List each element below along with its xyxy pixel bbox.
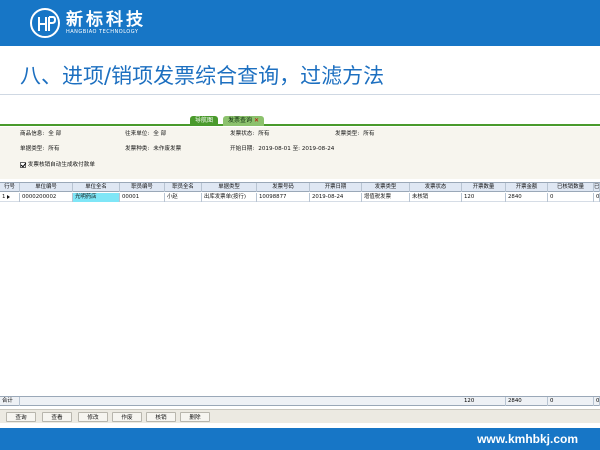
totals-written-off-qty: 0 bbox=[548, 397, 594, 406]
delete-button[interactable]: 删除 bbox=[180, 412, 210, 422]
totals-qty: 120 bbox=[462, 397, 506, 406]
filter-label: 发票种类: bbox=[125, 146, 150, 152]
cell-invoice-type[interactable]: 增值税发票 bbox=[362, 193, 410, 202]
filter-panel: 商品信息: 全 部 往来单位: 全 部 发票状态: 所有 发票类型: 所有 单据类型: 所… bbox=[0, 127, 600, 179]
filter-label: 单据类型: bbox=[20, 146, 45, 152]
filter-date-range[interactable]: 开始日期: 2019-08-01 至: 2019-08-24 bbox=[230, 145, 334, 154]
filter-invoice-status[interactable]: 发票状态: 所有 bbox=[230, 130, 269, 139]
slide-title: 八、进项/销项发票综合查询，过滤方法 bbox=[20, 64, 385, 88]
title-divider bbox=[0, 94, 600, 95]
brand-name-cn: 新标科技 bbox=[66, 9, 146, 30]
invoice-query-window: 导航图 发票查询 ✕ 商品信息: 全 部 往来单位: 全 部 发票状态: 所有 发票类型… bbox=[0, 112, 600, 427]
close-icon[interactable]: ✕ bbox=[254, 117, 259, 124]
filter-label: 往来单位: bbox=[125, 131, 150, 137]
footer-website: www.kmhbkj.com bbox=[477, 432, 578, 446]
col-invoice-date[interactable]: 开票日期 bbox=[310, 183, 362, 192]
filter-label: 商品信息: bbox=[20, 131, 45, 137]
tab-invoice-query[interactable]: 发票查询 ✕ bbox=[223, 116, 265, 126]
current-row-arrow-icon bbox=[7, 194, 11, 199]
cell-written-off-qty[interactable]: 0 bbox=[548, 193, 594, 202]
filter-label: 开始日期: bbox=[230, 146, 255, 152]
tab-invoice-query-label: 发票查询 bbox=[228, 117, 253, 124]
checkbox-checked-icon[interactable] bbox=[20, 161, 26, 168]
col-staff-name[interactable]: 职员全名 bbox=[165, 183, 202, 192]
cell-amount[interactable]: 2840 bbox=[506, 193, 548, 202]
col-qty[interactable]: 开票数量 bbox=[462, 183, 506, 192]
cell-staff-code[interactable]: 00001 bbox=[120, 193, 165, 202]
totals-label: 合计 bbox=[0, 397, 20, 406]
invoice-grid: 行号 单位编号 单位全名 职员编号 职员全名 单据类型 发票号码 开票日期 发票… bbox=[0, 182, 600, 397]
footer-band: www.kmhbkj.com bbox=[0, 428, 600, 450]
col-doc-type[interactable]: 单据类型 bbox=[202, 183, 257, 192]
filter-value: 所有 bbox=[363, 131, 375, 137]
col-staff-code[interactable]: 职员编号 bbox=[120, 183, 165, 192]
cell-doc-type[interactable]: 出库发票单(按行) bbox=[202, 193, 257, 202]
col-amount[interactable]: 开票金额 bbox=[506, 183, 548, 192]
totals-row: 合计 120 2840 0 0 bbox=[0, 397, 600, 406]
cell-invoice-no[interactable]: 10098877 bbox=[257, 193, 310, 202]
table-row[interactable]: 1 0000200002 光明药店 00001 小赵 出库发票单(按行) 100… bbox=[0, 193, 600, 202]
filter-invoice-type[interactable]: 发票类型: 所有 bbox=[335, 130, 374, 139]
company-logo: 新标科技 HANGBIAO TECHNOLOGY bbox=[30, 8, 146, 38]
filter-value: 所有 bbox=[48, 146, 60, 152]
filter-value: 所有 bbox=[258, 131, 270, 137]
filter-label: 发票类型: bbox=[335, 131, 360, 137]
date-to[interactable]: 2019-08-24 bbox=[302, 146, 335, 152]
totals-extra: 0 bbox=[596, 397, 600, 406]
filter-label: 发票状态: bbox=[230, 131, 255, 137]
col-row-no[interactable]: 行号 bbox=[0, 183, 20, 192]
filter-value: 全 部 bbox=[48, 131, 62, 137]
grid-header-row: 行号 单位编号 单位全名 职员编号 职员全名 单据类型 发票号码 开票日期 发票… bbox=[0, 183, 600, 192]
row-no-text: 1 bbox=[2, 194, 6, 200]
col-written-off-qty[interactable]: 已核销数量 bbox=[548, 183, 594, 192]
filter-value: 全 部 bbox=[153, 131, 167, 137]
logo-emblem-icon bbox=[30, 8, 60, 38]
tab-navigation-label: 导航图 bbox=[195, 117, 214, 124]
write-off-button[interactable]: 核销 bbox=[146, 412, 176, 422]
filter-product-info[interactable]: 商品信息: 全 部 bbox=[20, 130, 61, 139]
filter-partner[interactable]: 往来单位: 全 部 bbox=[125, 130, 166, 139]
header-band: 新标科技 HANGBIAO TECHNOLOGY bbox=[0, 0, 600, 46]
cell-extra[interactable]: 0 bbox=[594, 193, 600, 202]
action-toolbar: 查询 查看 修改 作废 核销 删除 bbox=[0, 409, 600, 423]
cell-invoice-date[interactable]: 2019-08-24 bbox=[310, 193, 362, 202]
view-button[interactable]: 查看 bbox=[42, 412, 72, 422]
filter-invoice-kind[interactable]: 发票种类: 未作废发票 bbox=[125, 145, 181, 154]
col-invoice-no[interactable]: 发票号码 bbox=[257, 183, 310, 192]
void-button[interactable]: 作废 bbox=[112, 412, 142, 422]
col-unit-name[interactable]: 单位全名 bbox=[73, 183, 120, 192]
brand-name-en: HANGBIAO TECHNOLOGY bbox=[66, 28, 139, 35]
tab-navigation[interactable]: 导航图 bbox=[190, 116, 219, 126]
col-invoice-status[interactable]: 发票状态 bbox=[410, 183, 462, 192]
cell-invoice-status[interactable]: 未核销 bbox=[410, 193, 462, 202]
tab-bar: 导航图 发票查询 ✕ bbox=[0, 116, 600, 126]
cell-row-no: 1 bbox=[0, 193, 20, 202]
date-from[interactable]: 2019-08-01 bbox=[258, 146, 291, 152]
totals-amount: 2840 bbox=[506, 397, 548, 406]
auto-receipt-label: 发票核销自动生成收付款单 bbox=[27, 162, 95, 168]
cell-qty[interactable]: 120 bbox=[462, 193, 506, 202]
edit-button[interactable]: 修改 bbox=[78, 412, 108, 422]
cell-staff-name[interactable]: 小赵 bbox=[165, 193, 202, 202]
col-extra[interactable]: 已 bbox=[594, 183, 600, 192]
col-invoice-type[interactable]: 发票类型 bbox=[362, 183, 410, 192]
col-unit-code[interactable]: 单位编号 bbox=[20, 183, 73, 192]
filter-value: 未作废发票 bbox=[153, 146, 182, 152]
cell-unit-name[interactable]: 光明药店 bbox=[73, 193, 120, 202]
filter-doc-type[interactable]: 单据类型: 所有 bbox=[20, 145, 59, 154]
cell-unit-code[interactable]: 0000200002 bbox=[20, 193, 73, 202]
query-button[interactable]: 查询 bbox=[6, 412, 36, 422]
auto-receipt-checkbox[interactable]: 发票核销自动生成收付款单 bbox=[20, 161, 95, 170]
date-to-label: 至: bbox=[292, 146, 301, 152]
